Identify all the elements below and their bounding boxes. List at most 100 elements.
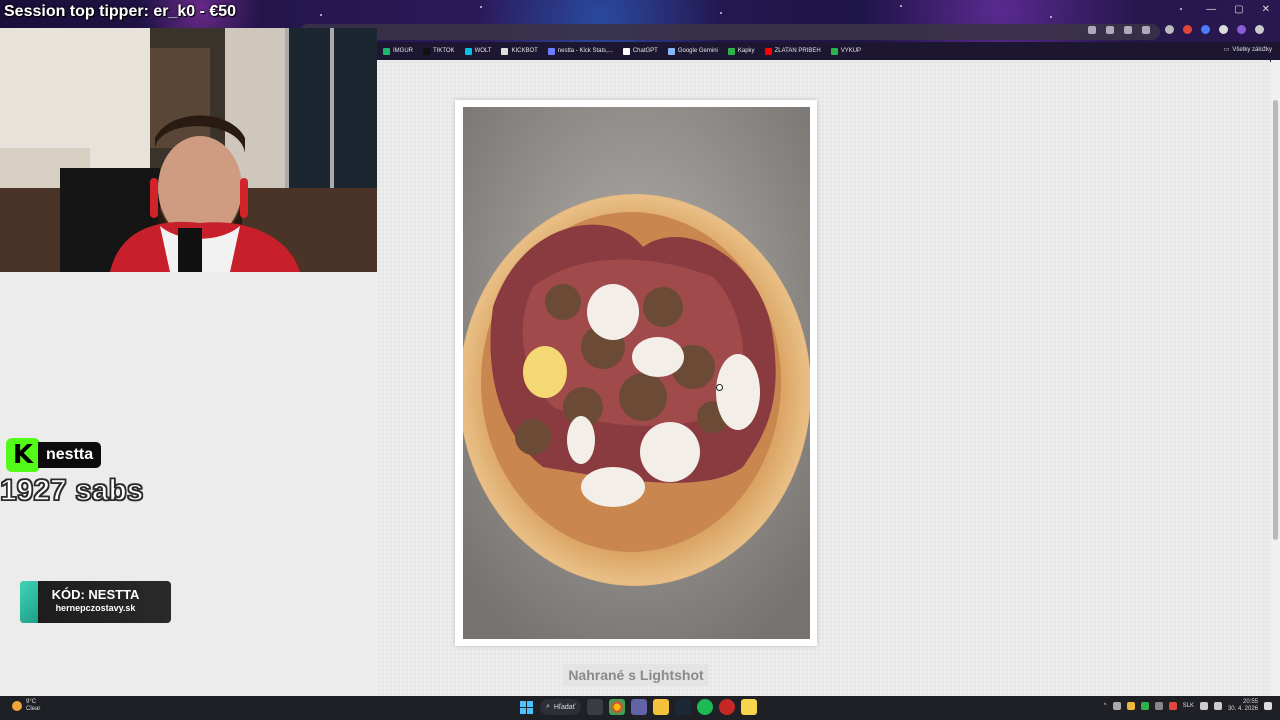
profile-avatar[interactable] — [1237, 25, 1246, 34]
webcam-feed — [0, 28, 377, 272]
weather-temp: 9°C — [26, 699, 37, 705]
kick-logo: K — [6, 438, 40, 472]
tray-icon[interactable] — [1140, 702, 1149, 710]
extension-icon[interactable] — [1183, 25, 1192, 34]
bookmark-favicon-icon — [727, 47, 735, 55]
bookmark-item[interactable]: nestta - Kick Stats,... — [547, 47, 613, 55]
bookmark-favicon-icon — [764, 47, 772, 55]
taskbar: 9°C Clear ⌕ Hľadať ^ SLK 20:55 30. 4. 20… — [0, 696, 1280, 720]
promo-code: KÓD: NESTTA — [51, 587, 140, 602]
minimize-icon[interactable]: — — [1206, 4, 1216, 15]
folder-icon: ▭ — [1223, 47, 1230, 53]
notification-icon[interactable] — [1264, 702, 1272, 710]
bookmark-item[interactable]: IMGUR — [383, 47, 413, 55]
bookmark-item[interactable]: ChatGPT — [622, 47, 658, 55]
bookmark-star-icon[interactable] — [1142, 26, 1150, 34]
promo-site: hernepczostavy.sk — [55, 603, 136, 613]
tray-icon[interactable] — [1154, 702, 1163, 710]
weather-widget[interactable]: 9°C Clear — [12, 699, 40, 713]
task-view-icon[interactable] — [587, 699, 604, 715]
weather-desc: Clear — [26, 706, 41, 712]
all-bookmarks-label: Všetky záložky — [1232, 46, 1272, 53]
close-icon[interactable]: ✕ — [1262, 4, 1270, 15]
bookmark-favicon-icon — [383, 47, 390, 55]
network-icon[interactable] — [1199, 702, 1208, 710]
bookmark-favicon-icon — [547, 47, 555, 55]
bookmark-label: Google Gemini — [677, 48, 718, 54]
volume-icon[interactable] — [1213, 702, 1222, 710]
menu-icon[interactable] — [1255, 25, 1264, 34]
clock-time: 20:55 — [1242, 699, 1258, 705]
mouse-cursor — [716, 384, 723, 391]
promo-banner: KÓD: NESTTA hernepczostavy.sk — [20, 581, 171, 623]
clock[interactable]: 20:55 30. 4. 2026 — [1228, 699, 1258, 713]
session-top-tipper: Session top tipper: er_k0 - €50 — [4, 3, 237, 20]
clock-date: 30. 4. 2026 — [1227, 706, 1258, 712]
bookmark-item[interactable]: KICKBOT — [501, 47, 538, 55]
pizza-photo[interactable] — [463, 107, 810, 639]
pizza-image — [463, 107, 810, 639]
lightshot-caption[interactable]: Nahrané s Lightshot — [563, 664, 709, 686]
language-indicator[interactable]: SLK — [1183, 703, 1194, 709]
window-controls: — ▢ ✕ — [1206, 4, 1270, 15]
bookmarks-bar: IMGUR TIKTOK WOLT KICKBOT nestta - Kick Stat… — [377, 42, 1280, 60]
kick-badge: K nestta — [6, 438, 102, 472]
teams-icon[interactable] — [631, 699, 648, 715]
obs-icon[interactable] — [719, 699, 736, 715]
start-button[interactable] — [518, 699, 534, 715]
extensions-puzzle-icon[interactable] — [1219, 25, 1228, 34]
microphone-icon[interactable] — [1168, 702, 1177, 710]
bookmark-item[interactable]: Kapky — [727, 47, 755, 55]
bookmark-favicon-icon — [423, 47, 430, 55]
weather-icon — [12, 701, 22, 711]
bookmark-favicon-icon — [501, 47, 509, 55]
system-tray: ^ SLK 20:55 30. 4. 2026 — [1104, 699, 1272, 713]
bookmark-label: TIKTOK — [433, 48, 455, 54]
all-bookmarks[interactable]: ▭ Všetky záložky — [1223, 46, 1272, 54]
bookmark-label: ZLATAN PRIBEH — [774, 48, 821, 54]
zoom-icon[interactable] — [1106, 26, 1114, 34]
bookmark-label: KICKBOT — [511, 48, 538, 54]
scrollbar[interactable] — [1271, 60, 1280, 696]
steam-icon[interactable] — [675, 699, 692, 715]
windows-icon — [519, 700, 533, 714]
bookmark-label: IMGUR — [393, 48, 413, 54]
bookmark-label: VYKUP — [840, 48, 862, 54]
address-bar-icons — [1088, 26, 1150, 34]
maximize-icon[interactable]: ▢ — [1234, 4, 1243, 15]
share-icon[interactable] — [1124, 26, 1132, 34]
bookmark-item[interactable]: WOLT — [464, 47, 492, 55]
bookmark-favicon-icon — [622, 47, 630, 55]
file-explorer-icon[interactable] — [653, 699, 670, 715]
scrollbar-thumb[interactable] — [1273, 100, 1278, 540]
bookmark-favicon-icon — [464, 47, 472, 55]
search-icon: ⌕ — [546, 703, 550, 710]
notes-icon[interactable] — [741, 699, 758, 715]
bookmark-favicon-icon — [830, 47, 838, 55]
bookmark-favicon-icon — [667, 47, 675, 55]
taskbar-search[interactable]: ⌕ Hľadať — [540, 699, 582, 715]
bookmark-label: ChatGPT — [632, 48, 658, 54]
bookmark-item[interactable]: TIKTOK — [423, 47, 455, 55]
address-bar[interactable] — [300, 24, 1160, 40]
bookmark-label: WOLT — [474, 48, 492, 54]
taskbar-apps: ⌕ Hľadať — [518, 699, 758, 715]
tray-icon[interactable] — [1126, 702, 1135, 710]
bookmark-item[interactable]: Google Gemini — [667, 47, 718, 55]
chevron-up-icon[interactable]: ^ — [1104, 703, 1107, 709]
kick-channel-name: nestta — [38, 442, 102, 468]
extension-icons — [1165, 25, 1264, 34]
tray-icon[interactable] — [1112, 702, 1121, 710]
bookmark-item[interactable]: VYKUP — [830, 47, 862, 55]
subs-counter: 1927 sabs — [0, 473, 144, 508]
extension-icon[interactable] — [1165, 25, 1174, 34]
streamer-webcam-image — [0, 28, 377, 272]
bookmark-label: nestta - Kick Stats,... — [557, 48, 613, 54]
cast-icon[interactable] — [1088, 26, 1096, 34]
search-label: Hľadať — [553, 703, 576, 711]
bookmark-label: Kapky — [737, 48, 755, 54]
chrome-icon[interactable] — [609, 699, 626, 715]
bookmark-item[interactable]: ZLATAN PRIBEH — [764, 47, 821, 55]
extension-icon[interactable] — [1201, 25, 1210, 34]
spotify-icon[interactable] — [697, 699, 714, 715]
